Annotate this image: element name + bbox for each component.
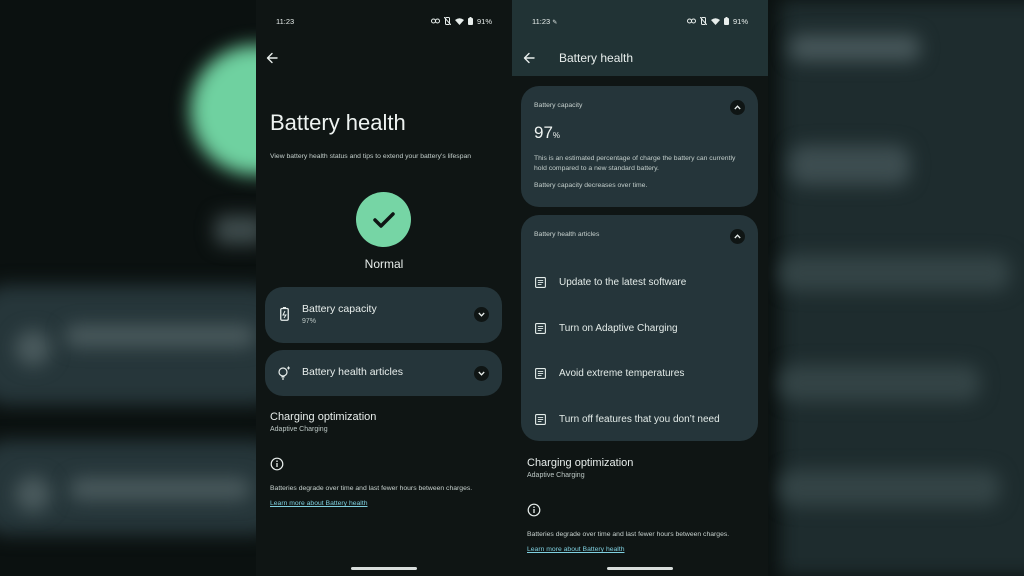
article-item[interactable]: Turn off features that you don’t need [534, 411, 720, 427]
battery-percent: 91% [476, 16, 492, 26]
card-heading: Battery health articles [534, 231, 600, 238]
chevron-down-icon[interactable] [474, 366, 489, 381]
learn-more-link[interactable]: Learn more about Battery health [270, 500, 367, 507]
learn-more-link[interactable]: Learn more about Battery health [527, 546, 624, 553]
charging-optimization-title[interactable]: Charging optimization [270, 411, 376, 423]
battery-capacity-card[interactable]: Battery capacity 97% [265, 287, 502, 343]
degradation-note: Batteries degrade over time and last few… [527, 531, 730, 538]
link-icon [430, 18, 440, 24]
capacity-value: 97% [534, 123, 561, 142]
app-bar [512, 0, 768, 76]
info-icon [270, 457, 284, 471]
article-item[interactable]: Update to the latest software [534, 274, 686, 290]
capacity-note: Battery capacity decreases over time. [534, 182, 648, 189]
article-label: Update to the latest software [559, 276, 687, 288]
chevron-up-icon[interactable] [730, 100, 745, 115]
info-icon [527, 503, 541, 517]
article-icon [534, 413, 547, 426]
card-title: Battery health articles [302, 366, 403, 378]
status-bar: 11:23 ✎ 91% [532, 14, 748, 28]
lightbulb-icon [277, 366, 291, 380]
wifi-icon [710, 17, 720, 25]
notification-icon: ✎ [552, 19, 558, 26]
capacity-description: This is an estimated percentage of charg… [534, 155, 736, 172]
battery-capacity-card[interactable]: Battery capacity 97% This is an estimate… [521, 86, 758, 207]
article-item[interactable]: Avoid extreme temperatures [534, 365, 684, 381]
article-label: Turn on Adaptive Charging [559, 322, 678, 334]
back-arrow-icon[interactable] [264, 50, 280, 66]
status-time: 11:23 [276, 16, 295, 26]
battery-health-articles-card: Battery health articles Update to the la… [521, 215, 758, 441]
article-label: Turn off features that you don’t need [559, 413, 720, 425]
health-status-label: Normal [364, 257, 404, 271]
page-title: Battery health [270, 110, 406, 135]
chevron-down-icon[interactable] [474, 307, 489, 322]
status-time: 11:23 ✎ [532, 16, 558, 26]
battery-charging-icon [277, 307, 291, 321]
gesture-bar[interactable] [607, 567, 673, 570]
wifi-icon [454, 17, 464, 25]
card-value: 97% [302, 318, 317, 325]
charging-optimization-subtitle: Adaptive Charging [270, 426, 328, 433]
gesture-bar[interactable] [351, 567, 417, 570]
phone-screen-right: 11:23 ✎ 91% Battery health Battery capac… [512, 0, 768, 576]
chevron-up-icon[interactable] [730, 229, 745, 244]
vibrate-off-icon [443, 17, 451, 25]
degradation-note: Batteries degrade over time and last few… [270, 485, 473, 492]
battery-icon [723, 17, 729, 25]
back-arrow-icon[interactable] [521, 50, 537, 66]
card-title: Battery capacity [302, 303, 377, 315]
battery-health-articles-card[interactable]: Battery health articles [265, 350, 502, 396]
checkmark-icon [372, 211, 395, 228]
article-item[interactable]: Turn on Adaptive Charging [534, 320, 678, 336]
charging-optimization-title[interactable]: Charging optimization [527, 457, 633, 469]
article-icon [534, 367, 547, 380]
health-status-indicator [356, 192, 411, 247]
capacity-unit: % [552, 131, 561, 140]
charging-optimization-subtitle: Adaptive Charging [527, 472, 585, 479]
article-icon [534, 276, 547, 289]
battery-icon [467, 17, 473, 25]
battery-percent: 91% [732, 16, 748, 26]
status-bar: 11:23 91% [276, 14, 492, 28]
vibrate-off-icon [699, 17, 707, 25]
app-bar-title: Battery health [559, 51, 634, 65]
article-icon [534, 322, 547, 335]
page-subtitle: View battery health status and tips to e… [270, 153, 472, 160]
link-icon [686, 18, 696, 24]
article-label: Avoid extreme temperatures [559, 367, 685, 379]
phone-screen-left: 11:23 91% Battery health View battery he… [256, 0, 512, 576]
card-heading: Battery capacity [534, 102, 583, 109]
